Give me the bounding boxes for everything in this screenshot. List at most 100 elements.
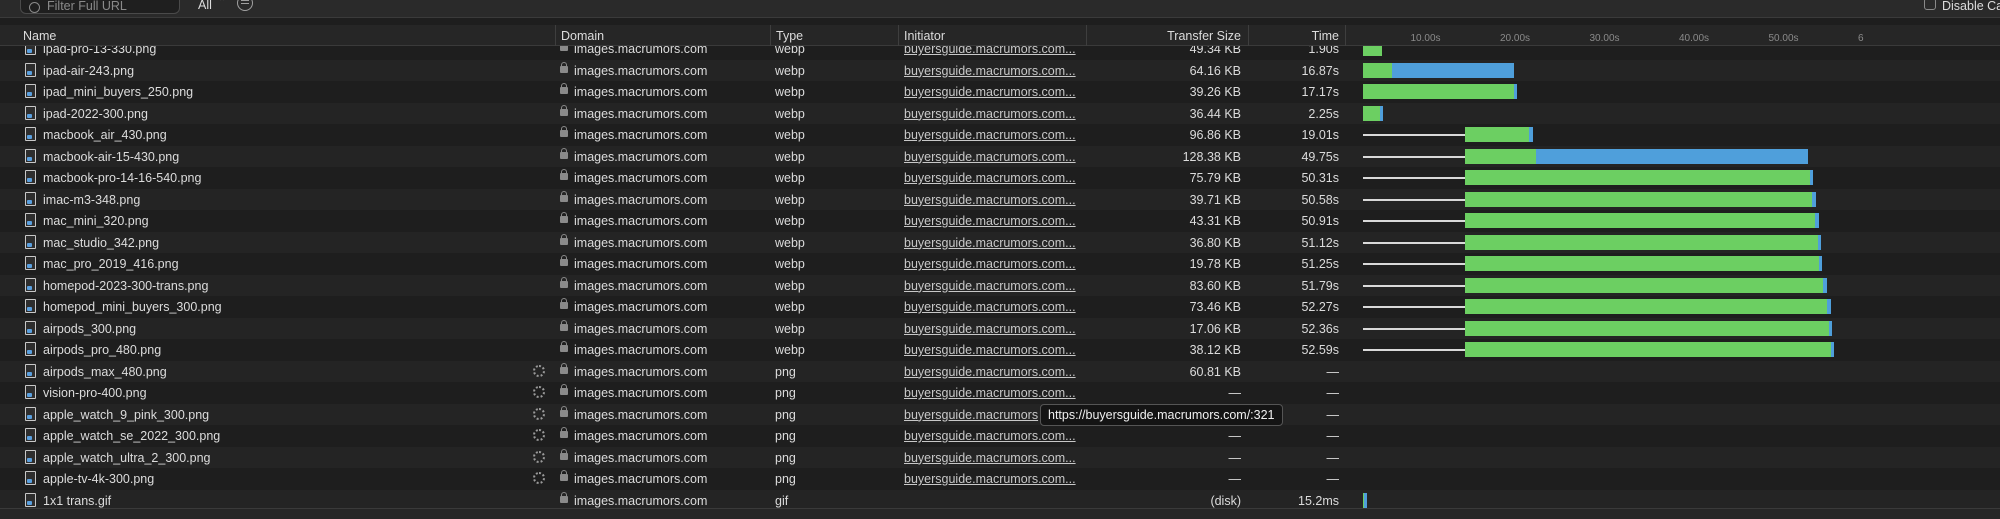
- waterfall-wait-bar[interactable]: [1363, 84, 1515, 99]
- request-name[interactable]: airpods_300.png: [43, 322, 136, 336]
- table-row[interactable]: macbook-pro-14-16-540.png images.macrumor…: [0, 167, 2000, 189]
- request-name[interactable]: apple_watch_se_2022_300.png: [43, 429, 220, 443]
- table-row[interactable]: macbook_air_430.png images.macrumors.com w…: [0, 124, 2000, 146]
- waterfall-wait-bar[interactable]: [1465, 148, 1536, 164]
- waterfall-wait-bar[interactable]: [1363, 62, 1392, 78]
- request-name[interactable]: 1x1 trans.gif: [43, 494, 111, 508]
- waterfall-download-bar[interactable]: [1535, 148, 1809, 164]
- request-initiator-link[interactable]: buyersguide.macrumors.com...: [904, 171, 1079, 185]
- table-row[interactable]: ipad_mini_buyers_250.png images.macrumors…: [0, 81, 2000, 103]
- table-row[interactable]: apple_watch_ultra_2_300.png images.macrum…: [0, 446, 2000, 468]
- table-row[interactable]: vision-pro-400.png images.macrumors.com pn…: [0, 382, 2000, 404]
- table-row[interactable]: 1x1 trans.gif images.macrumors.com gif (dis…: [0, 489, 2000, 508]
- column-divider[interactable]: [770, 25, 771, 46]
- request-initiator-link[interactable]: buyersguide.macrumors.com...: [904, 257, 1079, 271]
- request-initiator-link[interactable]: buyersguide.macrumors.com...: [904, 150, 1079, 164]
- request-name[interactable]: mac_pro_2019_416.png: [43, 257, 179, 271]
- table-row[interactable]: airpods_pro_480.png images.macrumors.com w…: [0, 339, 2000, 361]
- waterfall-download-bar[interactable]: [1363, 492, 1367, 508]
- table-row[interactable]: airpods_max_480.png images.macrumors.com p…: [0, 360, 2000, 382]
- request-name[interactable]: apple_watch_ultra_2_300.png: [43, 451, 211, 465]
- column-divider[interactable]: [898, 25, 899, 46]
- request-initiator-link[interactable]: buyersguide.macrumors.com...: [904, 85, 1079, 99]
- table-row[interactable]: airpods_300.png images.macrumors.com webp b…: [0, 317, 2000, 339]
- waterfall-download-bar[interactable]: [1809, 170, 1814, 185]
- request-name[interactable]: ipad-pro-13-330.png: [43, 46, 156, 56]
- request-initiator-link[interactable]: buyersguide.macrumors.com...: [904, 193, 1079, 207]
- request-name[interactable]: ipad-air-243.png: [43, 64, 134, 78]
- waterfall-wait-bar[interactable]: [1363, 105, 1380, 121]
- request-name[interactable]: apple_watch_9_pink_300.png: [43, 408, 209, 422]
- waterfall-wait-bar[interactable]: [1465, 127, 1530, 142]
- waterfall-wait-bar[interactable]: [1465, 320, 1830, 336]
- table-row[interactable]: imac-m3-348.png images.macrumors.com webp b…: [0, 188, 2000, 210]
- waterfall-download-bar[interactable]: [1814, 213, 1819, 228]
- table-row[interactable]: mac_pro_2019_416.png images.macrumors.com…: [0, 253, 2000, 275]
- table-row[interactable]: ipad-2022-300.png images.macrumors.com web…: [0, 102, 2000, 124]
- request-name[interactable]: apple-tv-4k-300.png: [43, 472, 154, 486]
- waterfall-download-bar[interactable]: [1391, 62, 1514, 78]
- request-name[interactable]: ipad-2022-300.png: [43, 107, 148, 121]
- table-row[interactable]: apple_watch_9_pink_300.png images.macrumo…: [0, 403, 2000, 425]
- column-time[interactable]: Time: [1250, 29, 1339, 43]
- request-initiator-link[interactable]: buyersguide.macrumors.com...: [904, 386, 1079, 400]
- request-name[interactable]: ipad_mini_buyers_250.png: [43, 85, 193, 99]
- table-row[interactable]: homepod-2023-300-trans.png images.macrumo…: [0, 274, 2000, 296]
- table-row[interactable]: mac_studio_342.png images.macrumors.com we…: [0, 231, 2000, 253]
- column-type[interactable]: Type: [776, 29, 803, 43]
- request-name[interactable]: macbook-air-15-430.png: [43, 150, 179, 164]
- request-initiator-link[interactable]: buyersguide.macrumors.com...: [904, 429, 1079, 443]
- request-name[interactable]: airpods_pro_480.png: [43, 343, 161, 357]
- filter-options-icon[interactable]: [237, 0, 253, 11]
- waterfall-wait-bar[interactable]: [1465, 170, 1810, 185]
- waterfall-download-bar[interactable]: [1819, 256, 1823, 271]
- column-domain[interactable]: Domain: [561, 29, 604, 43]
- column-transfer-size[interactable]: Transfer Size: [1100, 29, 1241, 43]
- request-name[interactable]: mac_mini_320.png: [43, 214, 149, 228]
- table-row[interactable]: ipad-pro-13-330.png images.macrumors.com w…: [0, 46, 2000, 60]
- request-initiator-link[interactable]: buyersguide.macrumors.com...: [904, 128, 1079, 142]
- request-name[interactable]: homepod-2023-300-trans.png: [43, 279, 208, 293]
- column-divider[interactable]: [555, 25, 556, 46]
- waterfall-wait-bar[interactable]: [1465, 277, 1824, 293]
- request-name[interactable]: macbook-pro-14-16-540.png: [43, 171, 201, 185]
- waterfall-download-bar[interactable]: [1514, 84, 1518, 99]
- request-initiator-link[interactable]: buyersguide.macrumors.com...: [904, 64, 1079, 78]
- waterfall-download-bar[interactable]: [1529, 127, 1534, 142]
- request-initiator-link[interactable]: buyersguide.macrumors.com...: [904, 279, 1079, 293]
- waterfall-wait-bar[interactable]: [1465, 299, 1827, 314]
- table-row[interactable]: apple_watch_se_2022_300.png images.macrum…: [0, 425, 2000, 447]
- waterfall-download-bar[interactable]: [1826, 299, 1831, 314]
- request-initiator-link[interactable]: buyersguide.macrumors.com...: [904, 343, 1079, 357]
- waterfall-wait-bar[interactable]: [1465, 256, 1820, 271]
- waterfall-download-bar[interactable]: [1823, 277, 1827, 293]
- request-initiator-link[interactable]: buyersguide.macrumors.com...: [904, 46, 1079, 56]
- request-name[interactable]: imac-m3-348.png: [43, 193, 140, 207]
- request-initiator-link[interactable]: buyersguide.macrumors.com...: [904, 472, 1079, 486]
- column-divider[interactable]: [1345, 25, 1346, 46]
- request-name[interactable]: vision-pro-400.png: [43, 386, 147, 400]
- table-row[interactable]: macbook-air-15-430.png images.macrumors.c…: [0, 145, 2000, 167]
- waterfall-wait-bar[interactable]: [1465, 342, 1832, 357]
- waterfall-download-bar[interactable]: [1829, 320, 1833, 336]
- column-divider[interactable]: [1248, 25, 1249, 46]
- type-filter-select[interactable]: All: [198, 0, 212, 12]
- disable-cache-checkbox[interactable]: [1924, 0, 1936, 10]
- request-initiator-link[interactable]: buyersguide.macrumors.com...: [904, 107, 1079, 121]
- table-row[interactable]: homepod_mini_buyers_300.png images.macrum…: [0, 296, 2000, 318]
- waterfall-download-bar[interactable]: [1380, 105, 1384, 121]
- request-name[interactable]: airpods_max_480.png: [43, 365, 167, 379]
- waterfall-download-bar[interactable]: [1831, 342, 1835, 357]
- column-divider[interactable]: [1086, 25, 1087, 46]
- waterfall-wait-bar[interactable]: [1465, 191, 1813, 207]
- filter-url-input[interactable]: Filter Full URL: [20, 0, 180, 14]
- request-initiator-link[interactable]: buyersguide.macrumors.com...: [904, 236, 1079, 250]
- waterfall-download-bar[interactable]: [1817, 234, 1821, 250]
- waterfall-wait-bar[interactable]: [1465, 213, 1815, 228]
- waterfall-wait-bar[interactable]: [1465, 234, 1818, 250]
- table-row[interactable]: mac_mini_320.png images.macrumors.com webp…: [0, 210, 2000, 232]
- request-initiator-link[interactable]: buyersguide.macrumors.com...: [904, 300, 1079, 314]
- request-name[interactable]: macbook_air_430.png: [43, 128, 167, 142]
- waterfall-wait-bar[interactable]: [1363, 46, 1382, 56]
- table-row[interactable]: ipad-air-243.png images.macrumors.com webp…: [0, 59, 2000, 81]
